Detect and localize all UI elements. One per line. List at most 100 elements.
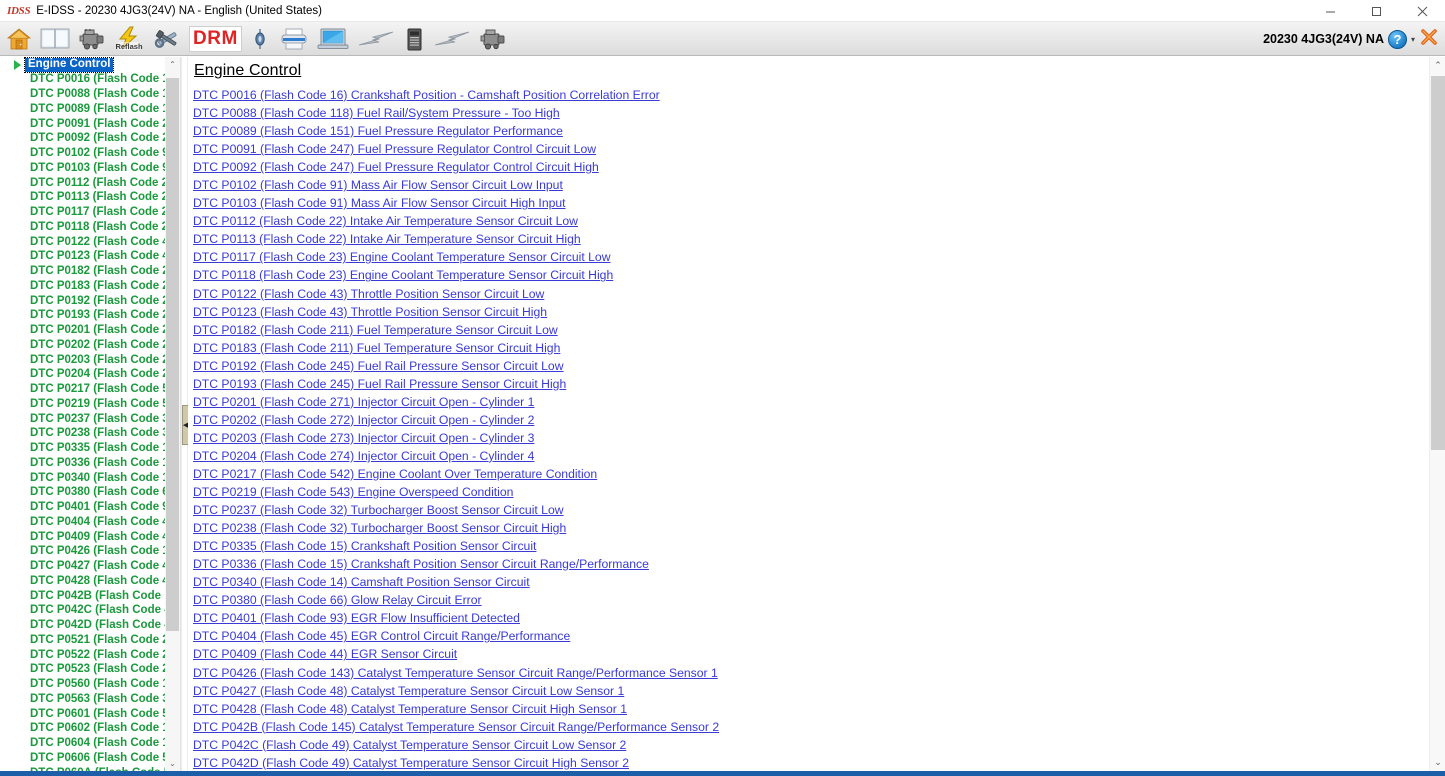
tree-item[interactable]: DTC P042B (Flash Code 1 bbox=[0, 588, 181, 603]
dtc-link[interactable]: DTC P0401 (Flash Code 93) EGR Flow Insuf… bbox=[193, 609, 1445, 627]
tree-item[interactable]: DTC P0089 (Flash Code 1 bbox=[0, 102, 181, 117]
dtc-link[interactable]: DTC P0089 (Flash Code 151) Fuel Pressure… bbox=[193, 122, 1445, 140]
tree-item[interactable]: DTC P0088 (Flash Code 1 bbox=[0, 87, 181, 102]
dtc-link[interactable]: DTC P0203 (Flash Code 273) Injector Circ… bbox=[193, 429, 1445, 447]
minimize-button[interactable] bbox=[1307, 0, 1353, 22]
dtc-link[interactable]: DTC P0237 (Flash Code 32) Turbocharger B… bbox=[193, 501, 1445, 519]
tree-item[interactable]: DTC P0426 (Flash Code 1 bbox=[0, 544, 181, 559]
dtc-link[interactable]: DTC P0426 (Flash Code 143) Catalyst Temp… bbox=[193, 664, 1445, 682]
tree-scroll-up-icon[interactable]: ⌃ bbox=[165, 57, 180, 72]
maximize-button[interactable] bbox=[1353, 0, 1399, 22]
content-scroll-up-icon[interactable]: ⌃ bbox=[1430, 57, 1445, 74]
dtc-link[interactable]: DTC P0192 (Flash Code 245) Fuel Rail Pre… bbox=[193, 357, 1445, 375]
dtc-link[interactable]: DTC P042B (Flash Code 145) Catalyst Temp… bbox=[193, 718, 1445, 736]
tree-item[interactable]: DTC P0404 (Flash Code 4 bbox=[0, 515, 181, 530]
tree-item[interactable]: DTC P0522 (Flash Code 2 bbox=[0, 647, 181, 662]
tree-item[interactable]: DTC P0380 (Flash Code 6 bbox=[0, 485, 181, 500]
tree-item[interactable]: DTC P0604 (Flash Code 1 bbox=[0, 736, 181, 751]
home-icon[interactable] bbox=[2, 23, 36, 55]
tree-item[interactable]: DTC P0203 (Flash Code 2 bbox=[0, 352, 181, 367]
tree-item[interactable]: DTC P0016 (Flash Code 1 bbox=[0, 72, 181, 87]
tree-root-row[interactable]: Engine Control bbox=[0, 57, 181, 72]
dtc-link[interactable]: DTC P0428 (Flash Code 48) Catalyst Tempe… bbox=[193, 700, 1445, 718]
help-icon[interactable]: ? bbox=[1388, 30, 1407, 49]
tree-item[interactable]: DTC P0336 (Flash Code 1 bbox=[0, 456, 181, 471]
tree-item[interactable]: DTC P0428 (Flash Code 4 bbox=[0, 574, 181, 589]
tree-item[interactable]: DTC P0219 (Flash Code 5 bbox=[0, 397, 181, 412]
engine-target-icon[interactable] bbox=[475, 23, 511, 55]
tree-item[interactable]: DTC P0521 (Flash Code 2 bbox=[0, 633, 181, 648]
dtc-link[interactable]: DTC P0112 (Flash Code 22) Intake Air Tem… bbox=[193, 212, 1445, 230]
dtc-link[interactable]: DTC P0238 (Flash Code 32) Turbocharger B… bbox=[193, 519, 1445, 537]
tree-item[interactable]: DTC P0409 (Flash Code 4 bbox=[0, 529, 181, 544]
tree-scroll-thumb[interactable] bbox=[166, 78, 179, 631]
tree-item[interactable]: DTC P0117 (Flash Code 2 bbox=[0, 205, 181, 220]
dtc-link[interactable]: DTC P0409 (Flash Code 44) EGR Sensor Cir… bbox=[193, 645, 1445, 663]
close-button[interactable] bbox=[1399, 0, 1445, 22]
dtc-link[interactable]: DTC P0201 (Flash Code 271) Injector Circ… bbox=[193, 393, 1445, 411]
tree-item[interactable]: DTC P0560 (Flash Code 1 bbox=[0, 677, 181, 692]
expand-triangle-icon[interactable] bbox=[14, 60, 21, 70]
tree-item[interactable]: DTC P0427 (Flash Code 4 bbox=[0, 559, 181, 574]
tools-icon[interactable] bbox=[148, 23, 186, 55]
tree-root-label[interactable]: Engine Control bbox=[25, 58, 113, 72]
dtc-link[interactable]: DTC P0103 (Flash Code 91) Mass Air Flow … bbox=[193, 194, 1445, 212]
tree-item[interactable]: DTC P0092 (Flash Code 2 bbox=[0, 131, 181, 146]
dtc-link[interactable]: DTC P042C (Flash Code 49) Catalyst Tempe… bbox=[193, 736, 1445, 754]
book-icon[interactable] bbox=[36, 23, 74, 55]
tree-item[interactable]: DTC P0183 (Flash Code 2 bbox=[0, 279, 181, 294]
tree-item[interactable]: DTC P0202 (Flash Code 2 bbox=[0, 338, 181, 353]
dtc-link[interactable]: DTC P0340 (Flash Code 14) Camshaft Posit… bbox=[193, 573, 1445, 591]
content-scrollbar[interactable]: ⌃ ⌄ bbox=[1429, 57, 1445, 771]
tree-item[interactable]: DTC P042D (Flash Code 4 bbox=[0, 618, 181, 633]
dtc-link[interactable]: DTC P0427 (Flash Code 48) Catalyst Tempe… bbox=[193, 682, 1445, 700]
tree-item[interactable]: DTC P0091 (Flash Code 2 bbox=[0, 116, 181, 131]
dtc-link[interactable]: DTC P0380 (Flash Code 66) Glow Relay Cir… bbox=[193, 591, 1445, 609]
dtc-link[interactable]: DTC P0183 (Flash Code 211) Fuel Temperat… bbox=[193, 339, 1445, 357]
dtc-link[interactable]: DTC P0016 (Flash Code 16) Crankshaft Pos… bbox=[193, 86, 1445, 104]
dtc-link[interactable]: DTC P0118 (Flash Code 23) Engine Coolant… bbox=[193, 266, 1445, 284]
dtc-link[interactable]: DTC P0092 (Flash Code 247) Fuel Pressure… bbox=[193, 158, 1445, 176]
reflash-icon[interactable]: Reflash bbox=[110, 23, 148, 55]
dtc-link[interactable]: DTC P0335 (Flash Code 15) Crankshaft Pos… bbox=[193, 537, 1445, 555]
tree-item[interactable]: DTC P0102 (Flash Code 9 bbox=[0, 146, 181, 161]
tree-item[interactable]: DTC P0340 (Flash Code 1 bbox=[0, 470, 181, 485]
dtc-link[interactable]: DTC P0193 (Flash Code 245) Fuel Rail Pre… bbox=[193, 375, 1445, 393]
tree-item[interactable]: DTC P0193 (Flash Code 2 bbox=[0, 308, 181, 323]
dtc-link[interactable]: DTC P042D (Flash Code 49) Catalyst Tempe… bbox=[193, 754, 1445, 771]
tree-item[interactable]: DTC P0122 (Flash Code 4 bbox=[0, 234, 181, 249]
tree-item[interactable]: DTC P0401 (Flash Code 9 bbox=[0, 500, 181, 515]
tree-item[interactable]: DTC P0192 (Flash Code 2 bbox=[0, 293, 181, 308]
tree-item[interactable]: DTC P0123 (Flash Code 4 bbox=[0, 249, 181, 264]
content-scroll-down-icon[interactable]: ⌄ bbox=[1430, 754, 1445, 771]
tree-item[interactable]: DTC P0523 (Flash Code 2 bbox=[0, 662, 181, 677]
tree-item[interactable]: DTC P0238 (Flash Code 3 bbox=[0, 426, 181, 441]
interface-module-icon[interactable] bbox=[399, 23, 429, 55]
dtc-link[interactable]: DTC P0217 (Flash Code 542) Engine Coolan… bbox=[193, 465, 1445, 483]
tree-item[interactable]: DTC P0563 (Flash Code 3 bbox=[0, 692, 181, 707]
dtc-link[interactable]: DTC P0202 (Flash Code 272) Injector Circ… bbox=[193, 411, 1445, 429]
tree-item[interactable]: DTC P0204 (Flash Code 2 bbox=[0, 367, 181, 382]
engine-icon[interactable] bbox=[74, 23, 110, 55]
dtc-link[interactable]: DTC P0117 (Flash Code 23) Engine Coolant… bbox=[193, 248, 1445, 266]
tree-item[interactable]: DTC P0201 (Flash Code 2 bbox=[0, 323, 181, 338]
tree-item[interactable]: DTC P042C (Flash Code 4 bbox=[0, 603, 181, 618]
dtc-link[interactable]: DTC P0088 (Flash Code 118) Fuel Rail/Sys… bbox=[193, 104, 1445, 122]
dtc-link[interactable]: DTC P0336 (Flash Code 15) Crankshaft Pos… bbox=[193, 555, 1445, 573]
tree-scroll-down-icon[interactable]: ⌄ bbox=[165, 756, 180, 771]
tree-item[interactable]: DTC P0182 (Flash Code 2 bbox=[0, 264, 181, 279]
pane-splitter[interactable]: ◀ bbox=[181, 57, 188, 771]
dtc-link[interactable]: DTC P0219 (Flash Code 543) Engine Oversp… bbox=[193, 483, 1445, 501]
tree-item[interactable]: DTC P0112 (Flash Code 2 bbox=[0, 175, 181, 190]
tree-item[interactable]: DTC P0103 (Flash Code 9 bbox=[0, 161, 181, 176]
dtc-link[interactable]: DTC P0204 (Flash Code 274) Injector Circ… bbox=[193, 447, 1445, 465]
dtc-link[interactable]: DTC P0102 (Flash Code 91) Mass Air Flow … bbox=[193, 176, 1445, 194]
tree-item[interactable]: DTC P0602 (Flash Code 1 bbox=[0, 721, 181, 736]
dtc-link[interactable]: DTC P0113 (Flash Code 22) Intake Air Tem… bbox=[193, 230, 1445, 248]
tree-scrollbar[interactable]: ⌃ ⌄ bbox=[165, 57, 180, 771]
chevron-down-icon[interactable]: ▾ bbox=[1411, 35, 1415, 44]
content-scroll-thumb[interactable] bbox=[1431, 76, 1445, 450]
dtc-link[interactable]: DTC P0123 (Flash Code 43) Throttle Posit… bbox=[193, 303, 1445, 321]
tree-item[interactable]: DTC P0335 (Flash Code 1 bbox=[0, 441, 181, 456]
drm-icon[interactable]: DRM bbox=[189, 26, 242, 52]
